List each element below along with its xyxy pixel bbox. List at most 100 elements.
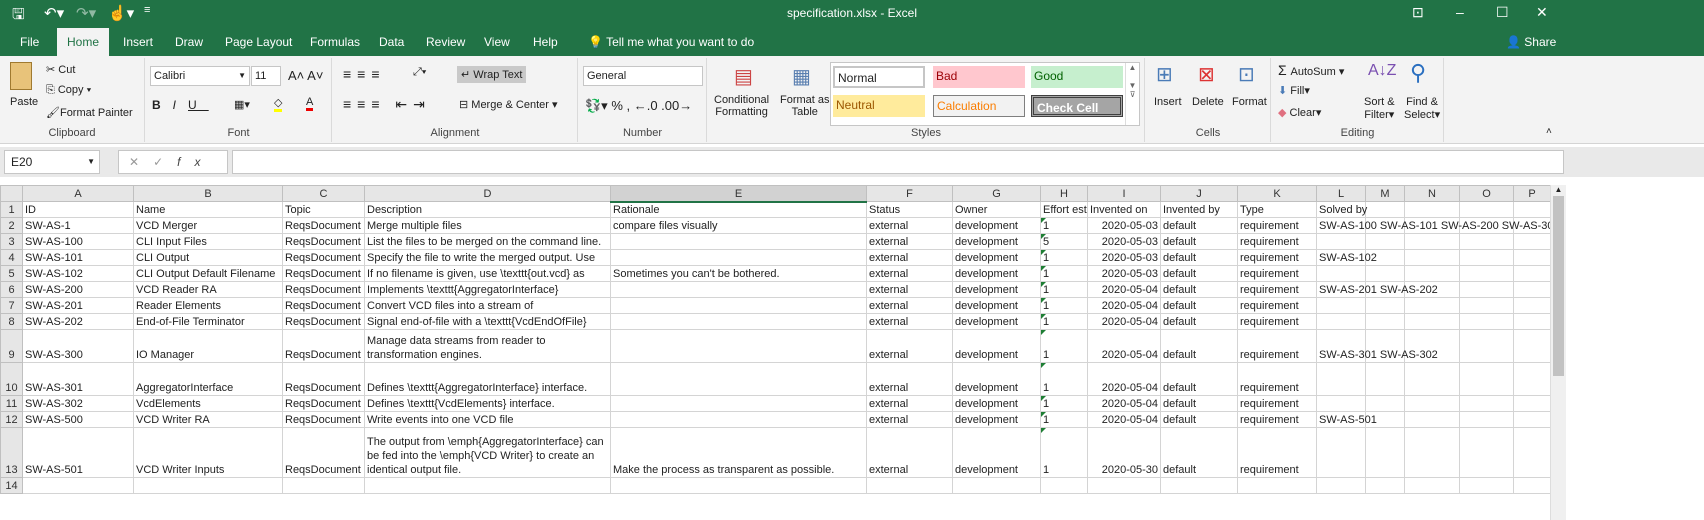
column-title[interactable]: Rationale <box>610 201 867 218</box>
touch-mode-icon[interactable]: ☝▾ <box>108 4 134 22</box>
cell[interactable]: development <box>952 411 1041 428</box>
cell[interactable]: external <box>866 281 953 298</box>
cell[interactable]: external <box>866 249 953 266</box>
cell[interactable]: 2020-05-04 <box>1087 329 1161 363</box>
function-icon[interactable]: fx <box>177 155 214 169</box>
cell[interactable]: ReqsDocument <box>282 281 365 298</box>
cell[interactable]: development <box>952 233 1041 250</box>
cell[interactable]: requirement <box>1237 217 1317 234</box>
column-title[interactable] <box>1513 201 1551 218</box>
cell[interactable]: 2020-05-04 <box>1087 281 1161 298</box>
column-header-E[interactable]: E <box>610 185 867 203</box>
format-painter-button[interactable]: 🖌Format Painter <box>46 106 133 119</box>
minimize-icon[interactable]: – <box>1456 4 1464 20</box>
cell[interactable]: SW-AS-102 <box>22 265 134 282</box>
cell[interactable]: 2020-05-04 <box>1087 411 1161 428</box>
cell[interactable]: 1 <box>1040 249 1088 266</box>
cell[interactable] <box>1513 362 1551 396</box>
cell[interactable]: SW-AS-100 SW-AS-101 SW-AS-200 SW-AS-300 <box>1316 217 1560 234</box>
cell[interactable]: 1 <box>1040 265 1088 282</box>
cell[interactable]: Manage data streams from reader to trans… <box>364 329 611 363</box>
cell[interactable]: VCD Merger <box>133 217 283 234</box>
tab-draw[interactable]: Draw <box>165 28 213 56</box>
cell[interactable] <box>1459 249 1514 266</box>
cell[interactable]: ReqsDocument <box>282 395 365 412</box>
cell[interactable] <box>1513 477 1551 494</box>
find-select-button[interactable]: Find & Select▾ <box>1404 96 1440 121</box>
copy-button[interactable]: ⎘ Copy ▾ <box>46 84 91 97</box>
cell[interactable] <box>364 477 611 494</box>
cell[interactable]: If no filename is given, use \texttt{out… <box>364 265 611 282</box>
cell[interactable]: CLI Input Files <box>133 233 283 250</box>
cell[interactable]: 2020-05-03 <box>1087 233 1161 250</box>
cell[interactable]: requirement <box>1237 233 1317 250</box>
save-icon[interactable]: 🖫 <box>12 4 25 29</box>
cell[interactable] <box>133 477 283 494</box>
cell[interactable]: SW-AS-302 <box>22 395 134 412</box>
formula-buttons[interactable]: ✕✓fx <box>118 150 228 174</box>
cell[interactable]: ReqsDocument <box>282 217 365 234</box>
column-title[interactable]: Name <box>133 201 283 218</box>
cell[interactable] <box>1513 395 1551 412</box>
cell[interactable]: SW-AS-301 <box>22 362 134 396</box>
cell[interactable]: End-of-File Terminator <box>133 313 283 330</box>
conditional-formatting-button[interactable]: Conditional Formatting <box>714 94 769 118</box>
cell[interactable]: requirement <box>1237 329 1317 363</box>
redo-icon[interactable]: ↷▾ <box>76 4 96 22</box>
row-header[interactable]: 5 <box>0 265 23 282</box>
cell[interactable]: Merge multiple files <box>364 217 611 234</box>
row-header[interactable]: 1 <box>0 201 23 218</box>
tab-insert[interactable]: Insert <box>113 28 163 56</box>
font-size-select[interactable]: 11 <box>251 66 281 86</box>
style-check-cell[interactable]: Check Cell <box>1031 95 1123 117</box>
font-color-icon[interactable]: A <box>306 96 314 111</box>
cancel-icon[interactable]: ✕ <box>129 155 153 169</box>
cell[interactable] <box>1513 297 1551 314</box>
cell[interactable] <box>1316 477 1366 494</box>
cell[interactable]: ReqsDocument <box>282 313 365 330</box>
cell[interactable]: requirement <box>1237 427 1317 478</box>
cell[interactable]: The output from \emph{AggregatorInterfac… <box>364 427 611 478</box>
cell[interactable]: development <box>952 297 1041 314</box>
cell[interactable]: Defines \texttt{AggregatorInterface} int… <box>364 362 611 396</box>
cell[interactable]: ReqsDocument <box>282 329 365 363</box>
cell[interactable]: external <box>866 411 953 428</box>
vertical-scrollbar[interactable]: ▲ <box>1550 185 1566 520</box>
cell[interactable]: SW-AS-201 SW-AS-202 <box>1316 281 1438 298</box>
cut-button[interactable]: ✂ Cut <box>46 63 75 76</box>
cell[interactable] <box>1404 297 1460 314</box>
name-box[interactable]: E20 ▼ <box>4 150 100 174</box>
cell[interactable]: requirement <box>1237 411 1317 428</box>
cell[interactable]: Specify the file to write the merged out… <box>364 249 611 266</box>
cell[interactable] <box>1316 395 1366 412</box>
cell[interactable]: VCD Reader RA <box>133 281 283 298</box>
cell[interactable]: 1 <box>1040 281 1088 298</box>
cell[interactable]: 2020-05-03 <box>1087 265 1161 282</box>
row-header[interactable]: 6 <box>0 281 23 298</box>
cell[interactable]: external <box>866 395 953 412</box>
cell[interactable] <box>1316 427 1366 478</box>
cell[interactable]: CLI Output Default Filename <box>133 265 283 282</box>
cell[interactable] <box>1513 313 1551 330</box>
vertical-align-icons[interactable]: ≡≡≡ <box>343 66 386 82</box>
enter-icon[interactable]: ✓ <box>153 155 177 169</box>
undo-icon[interactable]: ↶▾ <box>44 4 64 22</box>
cell[interactable]: Reader Elements <box>133 297 283 314</box>
cell[interactable]: requirement <box>1237 313 1317 330</box>
cell[interactable]: VCD Writer RA <box>133 411 283 428</box>
cell[interactable]: 2020-05-03 <box>1087 217 1161 234</box>
cell[interactable] <box>1237 477 1317 494</box>
cell[interactable]: external <box>866 297 953 314</box>
column-title[interactable]: Topic <box>282 201 365 218</box>
tab-help[interactable]: Help <box>523 28 568 56</box>
column-title[interactable] <box>1404 201 1460 218</box>
cell[interactable] <box>1513 411 1551 428</box>
orientation-icon[interactable]: ⤢▾ <box>413 66 426 79</box>
cell[interactable]: 1 <box>1040 395 1088 412</box>
cell[interactable]: SW-AS-500 <box>22 411 134 428</box>
paste-button[interactable]: Paste <box>10 96 38 108</box>
tab-data[interactable]: Data <box>369 28 414 56</box>
number-format-icons[interactable]: 💱▾ % , ←.0 .00→ <box>585 98 692 114</box>
cell[interactable]: 1 <box>1040 362 1088 396</box>
cell[interactable]: ReqsDocument <box>282 411 365 428</box>
